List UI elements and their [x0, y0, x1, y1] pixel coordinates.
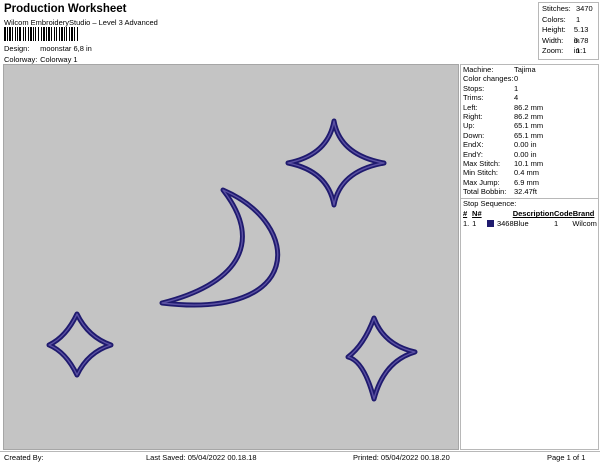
- info-value: 1: [514, 83, 519, 93]
- col-header: [486, 209, 496, 219]
- info-value: 86.2 mm: [514, 111, 544, 121]
- machine-info-row: Down: 65.1 mm: [461, 131, 598, 140]
- info-key: Down:: [463, 130, 485, 140]
- machine-info-row: Total Bobbin: 32.47ft: [461, 187, 598, 196]
- barcode-bar: [78, 27, 79, 41]
- summary-value: 3470: [576, 4, 593, 13]
- machine-info-row: Right: 86.2 mm: [461, 112, 598, 121]
- info-value: 32.47ft: [514, 187, 537, 197]
- info-key: Max Stitch:: [463, 158, 501, 168]
- info-key: EndX:: [463, 140, 484, 150]
- design-preview-canvas[interactable]: [3, 64, 459, 450]
- stop-sequence-title: Stop Sequence:: [463, 199, 517, 209]
- colorway-row: Colorway: Colorway 1: [4, 55, 78, 64]
- info-value: 4: [514, 93, 519, 103]
- summary-row: Height: 5.13 in: [542, 25, 595, 45]
- machine-info-row: Max Jump: 6.9 mm: [461, 178, 598, 187]
- machine-info-row: Stops: 1: [461, 84, 598, 93]
- machine-info-row: Color changes: 0: [461, 74, 598, 83]
- code-value: 1: [553, 219, 559, 229]
- info-value: 6.9 mm: [514, 177, 540, 187]
- design-label: Design:: [4, 44, 30, 53]
- star-bottom-right: [345, 315, 418, 402]
- summary-key: Colors:: [542, 14, 566, 24]
- summary-value: 6.78 in: [573, 35, 589, 56]
- info-value: 65.1 mm: [514, 130, 544, 140]
- star-top-right: [285, 118, 387, 208]
- summary-key: Height:: [542, 25, 566, 34]
- summary-key: Stitches:: [542, 4, 571, 13]
- info-key: Up:: [463, 121, 475, 131]
- page-number: Page 1 of 1: [547, 453, 586, 462]
- info-value: 0.00 in: [514, 140, 537, 150]
- info-key: Right:: [463, 111, 483, 121]
- info-value: 0.00 in: [514, 149, 537, 159]
- design-row: Design: moonstar 6,8 in: [4, 44, 92, 53]
- embroidery-design-artwork: [46, 118, 418, 402]
- machine-info-row: Up: 65.1 mm: [461, 121, 598, 130]
- created-by: Created By:: [4, 453, 44, 462]
- machine-info-row: EndX: 0.00 in: [461, 140, 598, 149]
- row-index: 1.: [463, 219, 470, 229]
- info-key: Color changes:: [463, 74, 514, 84]
- info-value: 86.2 mm: [514, 102, 544, 112]
- info-key: Total Bobbin:: [463, 187, 507, 197]
- col-header: Description: [512, 209, 554, 219]
- summary-row: Stitches: 3470: [542, 4, 595, 15]
- info-key: Trims:: [463, 93, 484, 103]
- info-key: EndY:: [463, 149, 484, 159]
- col-header: [496, 209, 512, 219]
- colorway-value: Colorway 1: [40, 55, 78, 64]
- summary-panel: Stitches: 3470 Colors: 1 Height: 5.13 in Wi…: [538, 2, 599, 60]
- col-header: #: [463, 209, 468, 219]
- summary-key: Zoom:: [542, 46, 564, 55]
- info-key: Min Stitch:: [463, 168, 499, 178]
- brand-value: Wilcom: [572, 219, 597, 229]
- info-key: Machine:: [463, 65, 494, 74]
- col-header: Brand: [572, 209, 595, 219]
- machine-info-panel: Machine: Tajima Color changes: 0 Stops: 1 Trim…: [460, 64, 599, 450]
- info-key: Left:: [463, 102, 478, 112]
- barcode: [4, 27, 130, 41]
- info-value: 10.1 mm: [514, 158, 544, 168]
- thread-code: 3468: [496, 219, 514, 229]
- info-value: Tajima: [514, 65, 536, 74]
- summary-value: 5.13 in: [573, 25, 589, 45]
- summary-row: Zoom: 1:1: [542, 46, 595, 57]
- star-bottom-left: [46, 311, 114, 378]
- stop-sequence-row[interactable]: 1. 1 3468 Blue 1 Wilcom: [461, 219, 598, 229]
- info-key: Stops:: [463, 83, 485, 93]
- design-value: moonstar 6,8 in: [40, 44, 92, 53]
- worksheet-title: Production Worksheet: [4, 3, 127, 15]
- printed-date: Printed: 05/04/2022 00.18.20: [353, 453, 450, 462]
- col-header: Code: [553, 209, 573, 219]
- footer: Created By: Last Saved: 05/04/2022 00.18…: [0, 451, 600, 464]
- thread-description: Blue: [513, 219, 529, 229]
- last-saved: Last Saved: 05/04/2022 00.18.18: [146, 453, 257, 462]
- summary-key: Width:: [542, 35, 564, 45]
- machine-info-row: Max Stitch: 10.1 mm: [461, 159, 598, 168]
- colorway-label: Colorway:: [4, 55, 38, 64]
- color-swatch: [486, 219, 497, 229]
- software-subtitle: Wilcom EmbroideryStudio – Level 3 Advanc…: [4, 18, 158, 27]
- col-header: N#: [472, 209, 482, 219]
- machine-info-row: Min Stitch: 0.4 mm: [461, 168, 598, 177]
- info-key: Max Jump:: [463, 177, 500, 187]
- summary-row: Colors: 1: [542, 15, 595, 26]
- machine-info-row: EndY: 0.00 in: [461, 150, 598, 159]
- row-number: 1: [472, 219, 477, 229]
- machine-info-row: Machine: Tajima: [461, 65, 598, 74]
- summary-row: Width: 6.78 in: [542, 35, 595, 56]
- machine-info-row: Trims: 4: [461, 93, 598, 102]
- machine-info-row: Left: 86.2 mm: [461, 103, 598, 112]
- summary-value: 1: [576, 14, 581, 24]
- info-value: 0: [514, 74, 519, 84]
- stop-sequence-header: # N# Description Code Brand: [461, 209, 598, 219]
- info-value: 0.4 mm: [514, 168, 540, 178]
- summary-value: 1:1: [576, 46, 587, 55]
- info-value: 65.1 mm: [514, 121, 544, 131]
